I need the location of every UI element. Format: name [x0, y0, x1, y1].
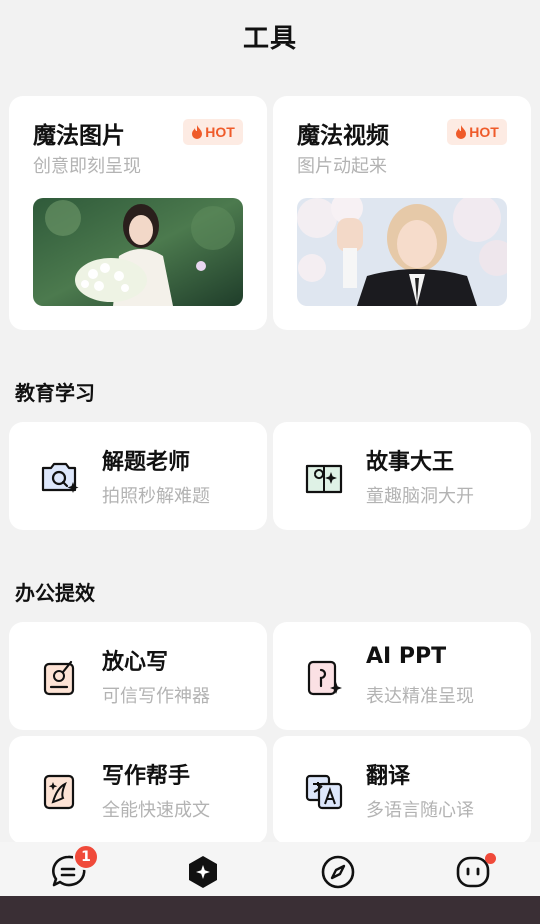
- tool-desc: 全能快速成文: [102, 800, 210, 821]
- tool-card-trusted-writing[interactable]: 放心写 可信写作神器: [9, 622, 267, 730]
- section-title-education: 教育学习: [15, 381, 95, 405]
- flame-icon: [456, 125, 467, 139]
- home-indicator-bar: [0, 896, 540, 924]
- girl-waving-under-blossoms-photo: [297, 198, 507, 306]
- tool-name: 翻译: [366, 764, 411, 789]
- slide-sparkle-icon: [307, 660, 342, 696]
- magic-image-subtitle: 创意即刻呈现: [33, 156, 141, 177]
- tool-desc: 多语言随心译: [366, 800, 474, 821]
- tool-desc: 表达精准呈现: [366, 686, 474, 707]
- magic-video-title: 魔法视频: [297, 123, 389, 149]
- tools-icon: [189, 856, 217, 888]
- book-sparkle-icon: [305, 464, 343, 494]
- tool-name: 故事大王: [366, 450, 455, 475]
- unread-badge: 1: [73, 844, 99, 870]
- tool-desc: 童趣脑洞大开: [366, 486, 474, 507]
- magic-video-card[interactable]: 魔法视频 HOT 图片动起来: [273, 96, 531, 330]
- write-sparkle-icon: [43, 774, 75, 810]
- tool-card-story-king[interactable]: 故事大王 童趣脑洞大开: [273, 422, 531, 530]
- magic-image-card[interactable]: 魔法图片 HOT 创意即刻呈现: [9, 96, 267, 330]
- tool-card-writing-helper[interactable]: 写作帮手 全能快速成文: [9, 736, 267, 844]
- page-title: 工具: [242, 24, 297, 54]
- flame-icon: [192, 125, 203, 139]
- notification-dot: [485, 853, 496, 864]
- tool-name: 写作帮手: [102, 764, 191, 789]
- tool-desc: 拍照秒解难题: [102, 486, 210, 507]
- tool-name: 放心写: [102, 650, 169, 675]
- section-title-office: 办公提效: [15, 581, 95, 605]
- pen-doc-icon: [43, 660, 75, 696]
- tool-card-ai-ppt[interactable]: AI PPT 表达精准呈现: [273, 622, 531, 730]
- magic-video-subtitle: 图片动起来: [297, 156, 387, 177]
- hot-badge: HOT: [447, 119, 507, 145]
- magic-image-title: 魔法图片: [33, 123, 125, 149]
- tool-desc: 可信写作神器: [102, 686, 210, 707]
- tool-card-translate[interactable]: 翻译 多语言随心译: [273, 736, 531, 844]
- hot-badge: HOT: [183, 119, 243, 145]
- compass-icon: [321, 855, 355, 889]
- bride-holding-flowers-photo: [33, 198, 243, 306]
- tool-card-problem-solver[interactable]: 解题老师 拍照秒解难题: [9, 422, 267, 530]
- camera-sparkle-icon: [41, 462, 79, 493]
- translate-icon: [305, 774, 343, 810]
- tool-name: AI PPT: [366, 644, 447, 669]
- tool-name: 解题老师: [102, 450, 191, 475]
